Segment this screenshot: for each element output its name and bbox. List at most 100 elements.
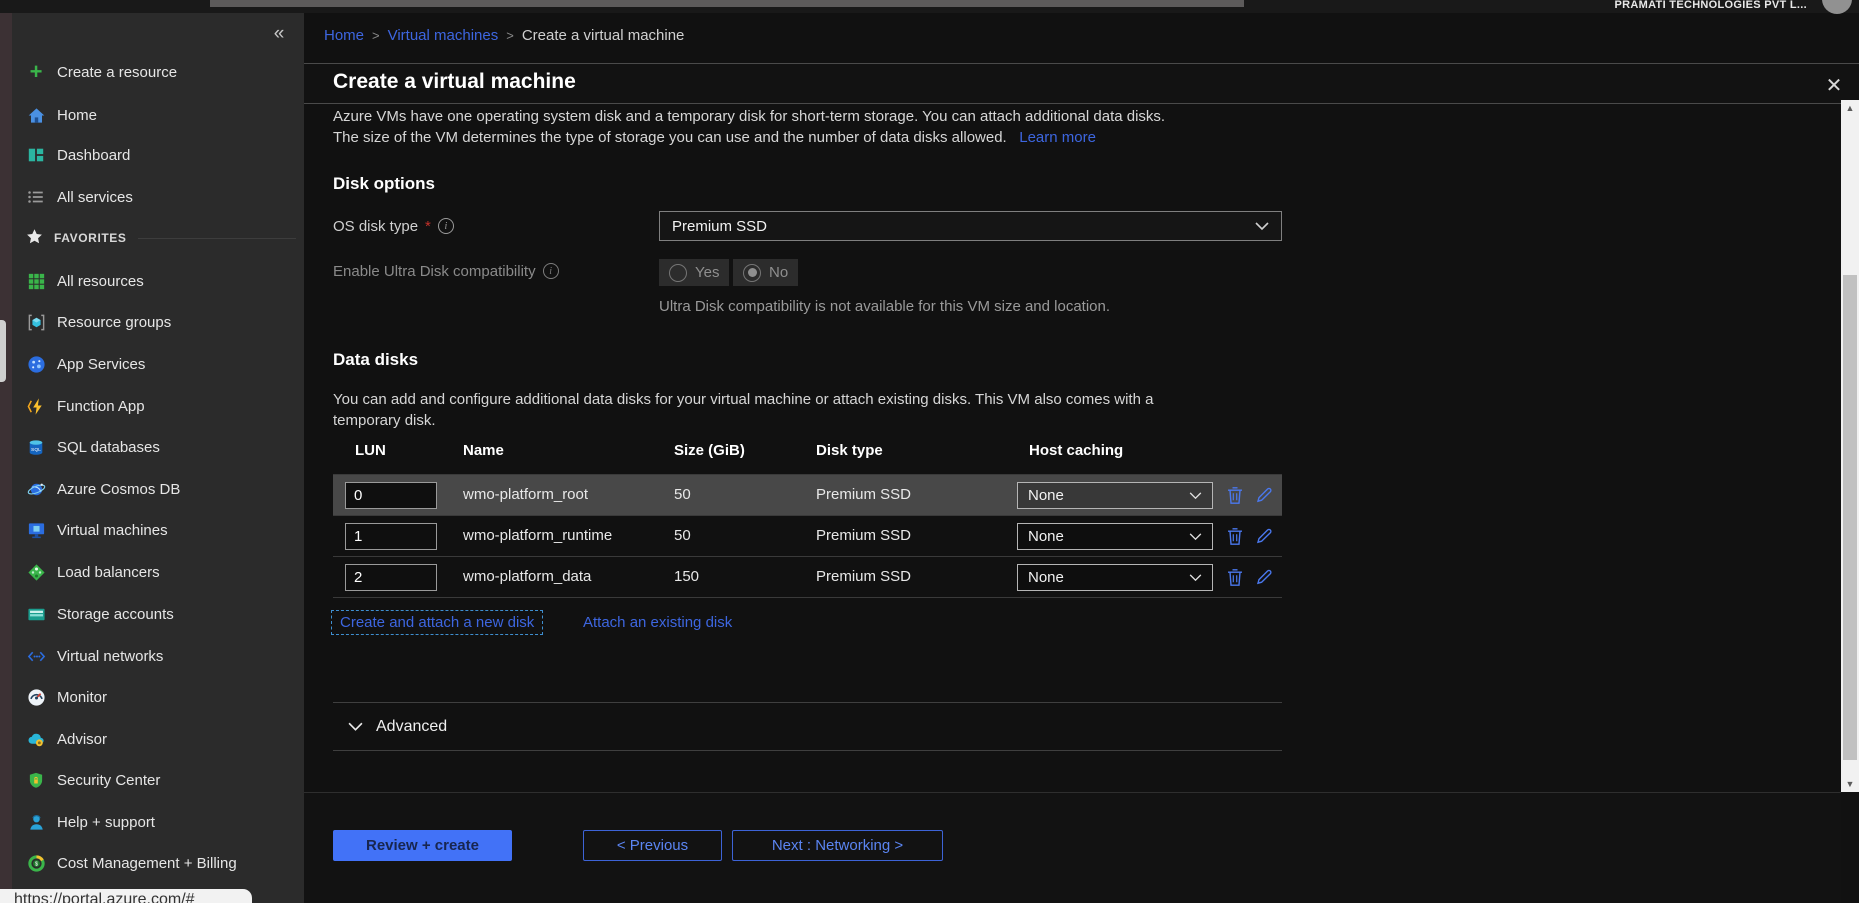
cost-icon: $ <box>26 853 46 873</box>
breadcrumb-virtual-machines-link[interactable]: Virtual machines <box>388 27 499 44</box>
delete-disk-button[interactable] <box>1223 524 1247 548</box>
pencil-icon <box>1255 527 1273 545</box>
browser-edge-strip <box>0 0 12 903</box>
sidebar-item-security-center[interactable]: Security Center <box>12 760 304 800</box>
ultra-disk-message: Ultra Disk compatibility is not availabl… <box>659 298 1110 315</box>
panel-header: Create a virtual machine ✕ <box>304 63 1859 104</box>
learn-more-link[interactable]: Learn more <box>1019 129 1096 146</box>
disk-options-heading: Disk options <box>333 174 435 194</box>
data-disks-description: You can add and configure additional dat… <box>333 389 1293 431</box>
avatar[interactable] <box>1822 0 1852 14</box>
sidebar-item-advisor[interactable]: Advisor <box>12 719 304 759</box>
host-caching-select[interactable]: None <box>1017 564 1213 591</box>
top-bar: PRAMATI TECHNOLOGIES PVT L... <box>0 0 1859 13</box>
sidebar-item-resource-groups[interactable]: Resource groups <box>12 302 304 342</box>
table-row: wmo-platform_root 50 Premium SSD None <box>333 475 1282 516</box>
sidebar-collapse-button[interactable]: « <box>264 21 294 47</box>
edit-disk-button[interactable] <box>1252 483 1276 507</box>
info-icon[interactable]: i <box>543 263 559 279</box>
sidebar-item-label: Help + support <box>57 814 155 831</box>
disks-tab-content: Azure VMs have one operating system disk… <box>304 104 1841 792</box>
sidebar-item-label: Resource groups <box>57 314 171 331</box>
sidebar-item-home[interactable]: Home <box>12 95 304 135</box>
sidebar-item-monitor[interactable]: Monitor <box>12 677 304 717</box>
create-and-attach-disk-link[interactable]: Create and attach a new disk <box>331 610 543 635</box>
gauge-icon <box>26 687 46 707</box>
radio-icon <box>669 264 687 282</box>
edit-disk-button[interactable] <box>1252 565 1276 589</box>
sidebar-item-cost-management[interactable]: $ Cost Management + Billing <box>12 843 304 883</box>
sidebar-item-function-app[interactable]: Function App <box>12 386 304 426</box>
chevron-right-icon: > <box>364 28 388 43</box>
chevron-down-icon <box>348 722 363 732</box>
col-header-size: Size (GiB) <box>674 442 745 459</box>
attach-existing-disk-link[interactable]: Attach an existing disk <box>583 614 732 631</box>
close-icon[interactable]: ✕ <box>1820 71 1848 99</box>
col-header-name: Name <box>463 442 504 459</box>
ultra-disk-label: Enable Ultra Disk compatibility i <box>333 256 559 286</box>
sidebar-item-label: Function App <box>57 398 145 415</box>
lun-input[interactable] <box>345 564 437 591</box>
sidebar-item-label: Azure Cosmos DB <box>57 481 180 498</box>
home-icon <box>26 105 46 125</box>
previous-button[interactable]: < Previous <box>583 830 722 861</box>
review-create-button[interactable]: Review + create <box>333 830 512 861</box>
sidebar-item-all-services[interactable]: All services <box>12 177 304 217</box>
dashboard-icon <box>26 145 46 165</box>
advanced-label: Advanced <box>376 718 447 736</box>
vertical-scrollbar[interactable]: ▲ ▼ <box>1841 100 1859 792</box>
sidebar-item-app-services[interactable]: App Services <box>12 344 304 384</box>
edit-disk-button[interactable] <box>1252 524 1276 548</box>
sidebar-item-sql-databases[interactable]: SQL SQL databases <box>12 427 304 467</box>
sidebar-item-dashboard[interactable]: Dashboard <box>12 135 304 175</box>
lun-input[interactable] <box>345 523 437 550</box>
sidebar-item-label: App Services <box>57 356 145 373</box>
disk-name: wmo-platform_runtime <box>463 527 612 544</box>
breadcrumb-home-link[interactable]: Home <box>324 27 364 44</box>
sidebar-item-all-resources[interactable]: All resources <box>12 261 304 301</box>
delete-disk-button[interactable] <box>1223 483 1247 507</box>
advanced-section-toggle[interactable]: Advanced <box>333 702 1282 751</box>
sidebar-item-virtual-networks[interactable]: Virtual networks <box>12 636 304 676</box>
wizard-footer: Review + create < Previous Next : Networ… <box>304 792 1841 903</box>
ultra-disk-no-radio: No <box>733 259 798 286</box>
monitor-icon <box>26 520 46 540</box>
next-networking-button[interactable]: Next : Networking > <box>732 830 943 861</box>
sidebar-item-virtual-machines[interactable]: Virtual machines <box>12 510 304 550</box>
favorites-label: FAVORITES <box>54 231 127 245</box>
intro-text: Azure VMs have one operating system disk… <box>333 106 1293 148</box>
sidebar-item-label: All resources <box>57 273 144 290</box>
trash-icon <box>1227 568 1243 587</box>
os-disk-type-value: Premium SSD <box>672 218 767 235</box>
browser-status-url: https://portal.azure.com/# <box>0 889 252 903</box>
delete-disk-button[interactable] <box>1223 565 1247 589</box>
host-caching-select[interactable]: None <box>1017 523 1213 550</box>
chevron-down-icon <box>1189 492 1202 500</box>
col-header-lun: LUN <box>355 442 386 459</box>
lun-input[interactable] <box>345 482 437 509</box>
tenant-name[interactable]: PRAMATI TECHNOLOGIES PVT L... <box>1615 0 1807 11</box>
shield-icon <box>26 770 46 790</box>
sidebar-item-label: Cost Management + Billing <box>57 855 237 872</box>
sidebar-item-azure-cosmos-db[interactable]: Azure Cosmos DB <box>12 469 304 509</box>
sidebar-scroll-pill[interactable] <box>0 320 6 382</box>
sidebar-item-storage-accounts[interactable]: Storage accounts <box>12 594 304 634</box>
disk-size: 150 <box>674 568 699 585</box>
col-header-host-caching: Host caching <box>1029 442 1123 459</box>
host-caching-select[interactable]: None <box>1017 482 1213 509</box>
scroll-down-icon[interactable]: ▼ <box>1841 776 1859 792</box>
scroll-up-icon[interactable]: ▲ <box>1841 100 1859 116</box>
sidebar-item-label: All services <box>57 189 133 206</box>
window-top-strip <box>210 0 1244 7</box>
scrollbar-thumb[interactable] <box>1843 275 1857 760</box>
advisor-icon <box>26 729 46 749</box>
os-disk-type-dropdown[interactable]: Premium SSD <box>659 211 1282 241</box>
sidebar-item-load-balancers[interactable]: Load balancers <box>12 552 304 592</box>
breadcrumb: Home > Virtual machines > Create a virtu… <box>324 27 684 44</box>
info-icon[interactable]: i <box>438 218 454 234</box>
intro-line-2: The size of the VM determines the type o… <box>333 127 1293 148</box>
sidebar-item-label: Virtual networks <box>57 648 163 665</box>
sidebar-item-create-a-resource[interactable]: + Create a resource <box>12 52 304 92</box>
sidebar-item-help-support[interactable]: Help + support <box>12 802 304 842</box>
planet-icon <box>26 479 46 499</box>
